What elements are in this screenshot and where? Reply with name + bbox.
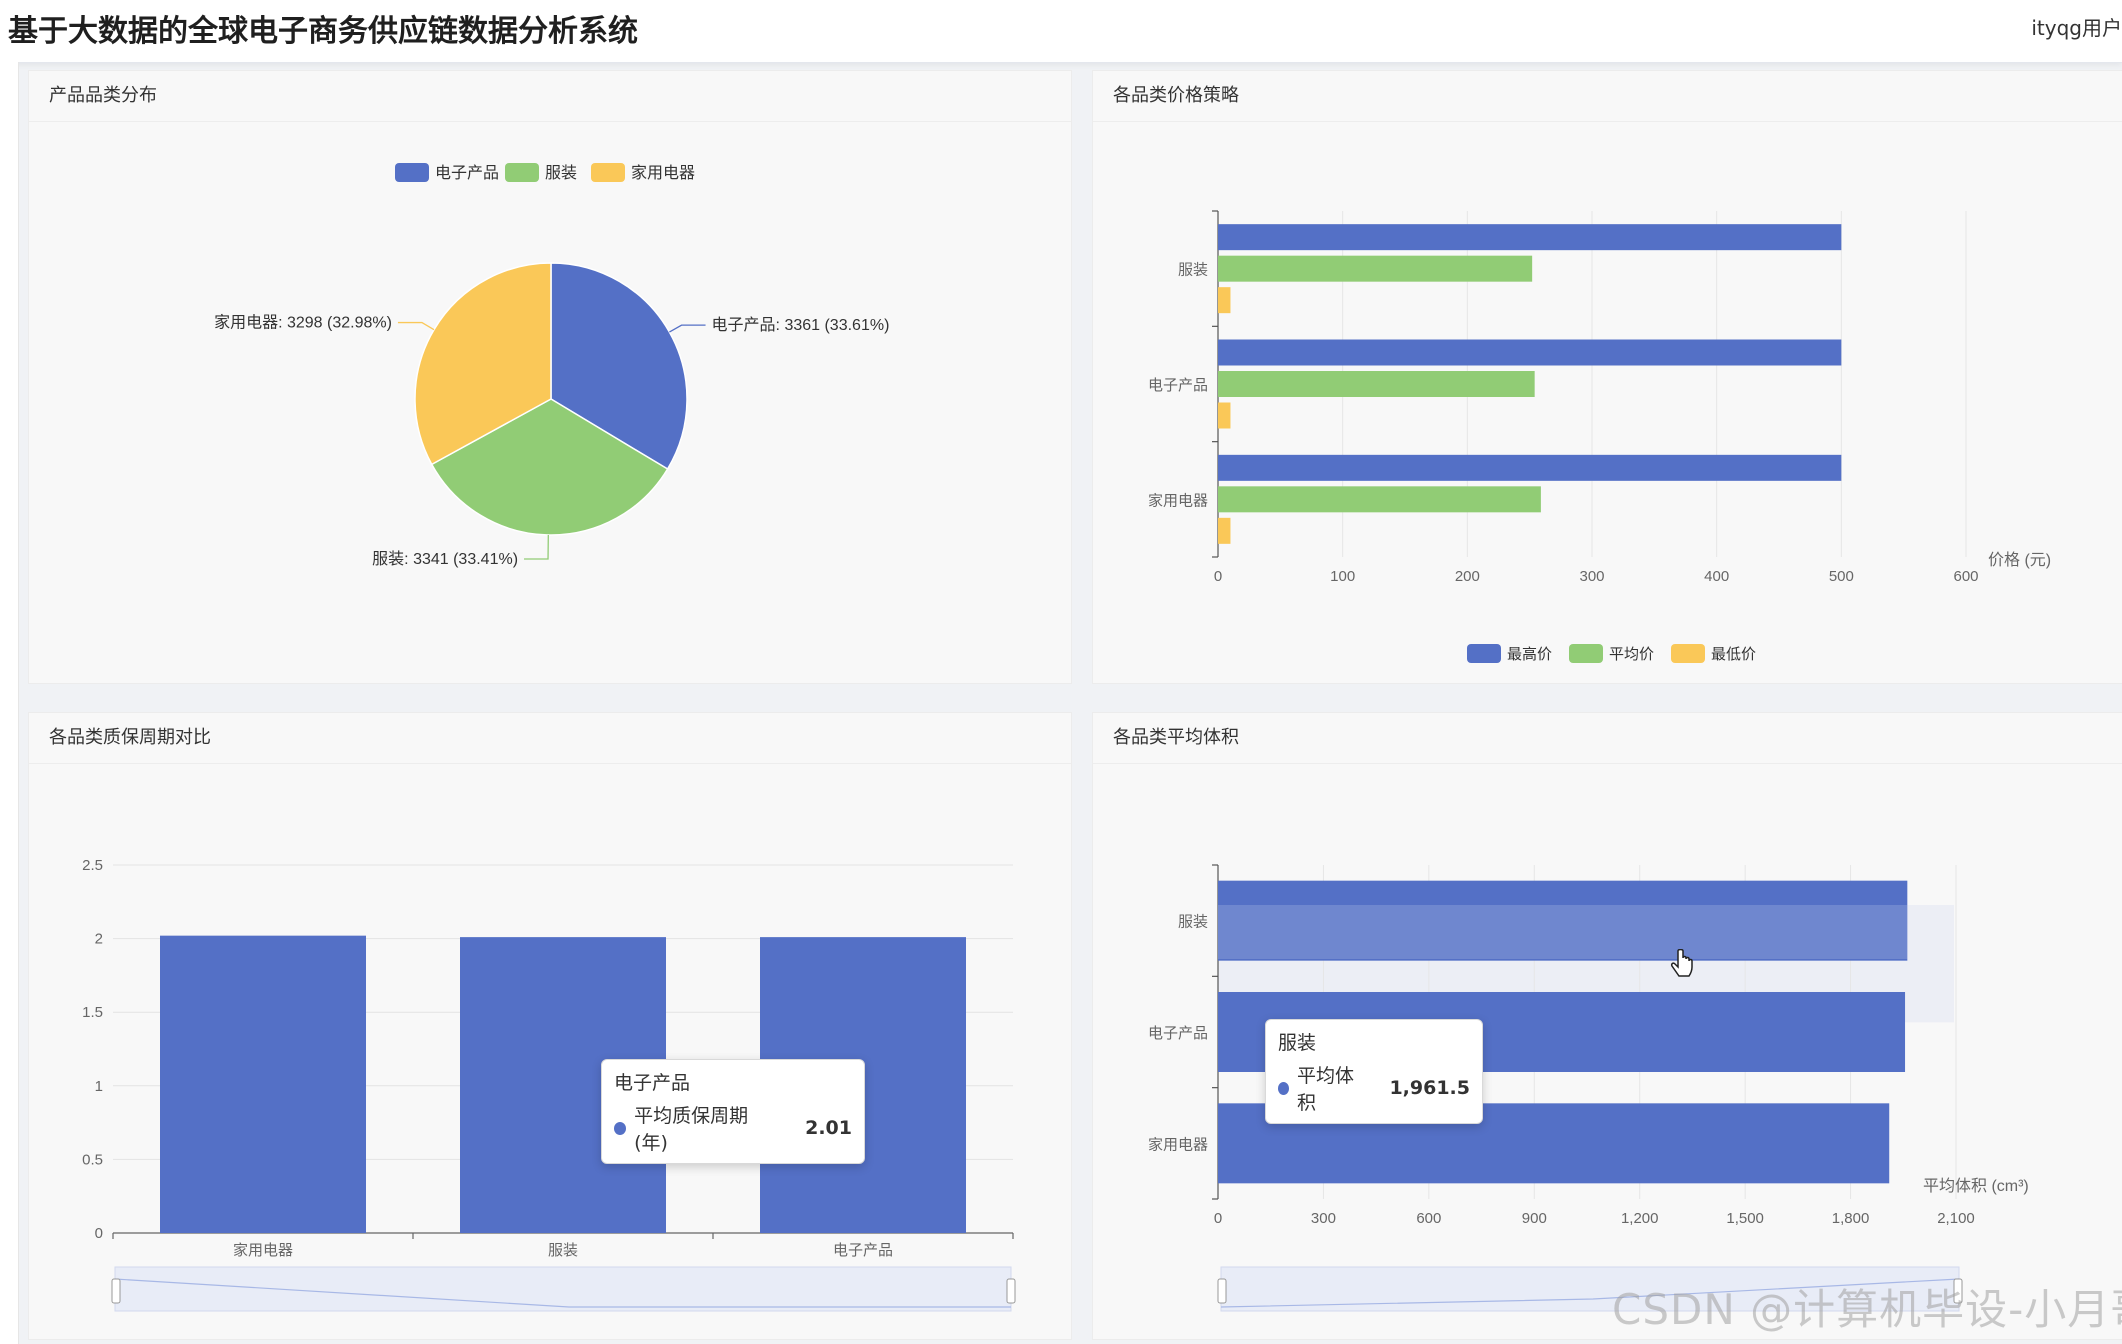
x-tick-label: 600 <box>1416 1210 1441 1227</box>
legend-swatch <box>1569 644 1603 663</box>
price-bar-chart[interactable]: 0 100 200 300 400 500 600 价格 (元) 服装电子产品家用电器最高价 平均… <box>1093 71 2122 683</box>
legend-label: 服装 <box>545 164 577 182</box>
y-tick-label: 2.5 <box>82 857 103 874</box>
price-bar <box>1218 454 1842 481</box>
legend-label: 电子产品 <box>435 164 499 182</box>
user-menu[interactable]: ityqg用户 <box>2031 12 2122 41</box>
top-bar: 基于大数据的全球电子商务供应链数据分析系统 ityqg用户 <box>0 0 2122 63</box>
pie-leader-line <box>524 534 549 560</box>
x-category-label: 家用电器 <box>233 1242 293 1259</box>
tooltip-title: 电子产品 <box>614 1072 691 1094</box>
warranty-bar <box>160 935 366 1233</box>
price-bar <box>1218 402 1231 429</box>
warranty-bar-chart[interactable]: 0 0.5 1 1.5 2 2.5 家用电器 服装 电子产品 <box>29 713 1071 1339</box>
x-tick-label: 0 <box>1214 1210 1222 1227</box>
tooltip-series: 平均体积 <box>1297 1065 1355 1114</box>
tooltip-value: 2.01 <box>805 1117 852 1139</box>
x-tick-label: 100 <box>1330 568 1355 585</box>
series-dot-icon <box>614 1121 627 1135</box>
x-tick-label: 2,100 <box>1937 1210 1975 1227</box>
series-dot-icon <box>1278 1081 1290 1095</box>
datazoom-handle-right <box>1006 1278 1016 1304</box>
sidebar-edge <box>0 62 19 1344</box>
y-category-label: 服装 <box>1178 262 1208 279</box>
tooltip-title: 服装 <box>1278 1032 1317 1054</box>
y-tick-label: 0 <box>95 1225 103 1242</box>
datazoom-slider <box>114 1266 1012 1312</box>
price-bar <box>1218 287 1231 314</box>
x-tick-label: 1,500 <box>1726 1210 1764 1227</box>
legend-swatch <box>1467 644 1501 663</box>
chart-tooltip: 电子产品 平均质保周期 (年) 2.01 <box>601 1059 865 1164</box>
x-axis-name: 价格 (元) <box>1988 551 2051 569</box>
x-tick-label: 1,800 <box>1832 1210 1870 1227</box>
pie-label: 电子产品: 3361 (33.61%) <box>712 316 890 334</box>
x-category-label: 电子产品 <box>833 1242 893 1259</box>
x-tick-label: 1,200 <box>1621 1210 1659 1227</box>
legend-label: 最低价 <box>1711 646 1756 663</box>
chart-tooltip: 服装 平均体积 1,961.5 <box>1265 1019 1483 1124</box>
x-category-label: 服装 <box>548 1242 578 1259</box>
pie-leader-line <box>669 324 706 333</box>
x-tick-label: 400 <box>1704 568 1729 585</box>
tooltip-value: 1,961.5 <box>1389 1077 1470 1099</box>
y-category-label: 电子产品 <box>1148 1025 1208 1042</box>
datazoom-handle-left <box>1217 1278 1227 1304</box>
x-tick-label: 300 <box>1311 1210 1336 1227</box>
y-category-label: 电子产品 <box>1148 377 1208 394</box>
legend-swatch <box>1671 644 1705 663</box>
panel-average-volume: 各品类平均体积 0 300 600 900 1,200 1,500 1,800 2,100 平均… <box>1092 712 2122 1340</box>
price-bar <box>1218 339 1842 366</box>
price-bar <box>1218 486 1541 513</box>
pie-leader-line <box>397 321 435 331</box>
y-category-label: 服装 <box>1178 914 1208 931</box>
x-tick-label: 200 <box>1455 568 1480 585</box>
price-bar <box>1218 517 1231 544</box>
y-tick-label: 1.5 <box>82 1004 103 1021</box>
panel-price-strategy: 各品类价格策略 0 100 200 300 400 500 600 价格 (元) 服装 电子产品家… <box>1092 70 2122 684</box>
watermark: CSDN @计算机毕设-小月哥 <box>1612 1285 2122 1334</box>
price-bar <box>1218 255 1533 282</box>
price-bar <box>1218 224 1842 251</box>
x-tick-label: 500 <box>1829 568 1854 585</box>
x-tick-label: 600 <box>1953 568 1978 585</box>
legend-swatch <box>505 163 539 182</box>
tooltip-row: 平均体积 1,961.5 <box>1278 1061 1470 1115</box>
panel-category-distribution: 产品品类分布 电子产品 服装 家用电器 电子产品: 3361 (33.61%) 服装: … <box>28 70 1072 684</box>
tooltip-series: 平均质保周期 (年) <box>634 1105 749 1154</box>
panel-warranty-comparison: 各品类质保周期对比 0 0.5 1 1.5 2 2.5 家用电器 服装 电子产品 电子产品 平均… <box>28 712 1072 1340</box>
x-tick-label: 300 <box>1579 568 1604 585</box>
x-tick-label: 0 <box>1214 568 1222 585</box>
pie-label: 服装: 3341 (33.41%) <box>372 550 518 568</box>
y-category-label: 家用电器 <box>1148 492 1208 509</box>
x-axis-name: 平均体积 (cm³) <box>1923 1177 2029 1195</box>
legend-swatch <box>591 163 625 182</box>
pie-label: 家用电器: 3298 (32.98%) <box>214 314 392 332</box>
price-bar <box>1218 371 1535 397</box>
hover-bar-overlay <box>1218 905 1908 959</box>
pie-chart[interactable]: 电子产品 服装 家用电器电子产品: 3361 (33.61%) 服装: 3341 (3… <box>29 71 1071 683</box>
volume-bar-chart[interactable]: 0 300 600 900 1,200 1,500 1,800 2,100 平均体积 (cm³)… <box>1093 713 2122 1339</box>
legend-label: 最高价 <box>1507 646 1552 663</box>
legend-label: 家用电器 <box>631 164 695 182</box>
y-tick-label: 1 <box>95 1078 103 1095</box>
legend-label: 平均价 <box>1609 646 1654 663</box>
app-title: 基于大数据的全球电子商务供应链数据分析系统 <box>8 14 638 49</box>
tooltip-row: 平均质保周期 (年) 2.01 <box>614 1101 852 1155</box>
x-tick-label: 900 <box>1522 1210 1547 1227</box>
hand-pointer-icon <box>1671 949 1693 977</box>
legend-swatch <box>395 163 429 182</box>
datazoom-handle-left <box>111 1278 121 1304</box>
y-tick-label: 0.5 <box>82 1151 103 1168</box>
y-category-label: 家用电器 <box>1148 1136 1208 1153</box>
y-tick-label: 2 <box>95 931 103 948</box>
